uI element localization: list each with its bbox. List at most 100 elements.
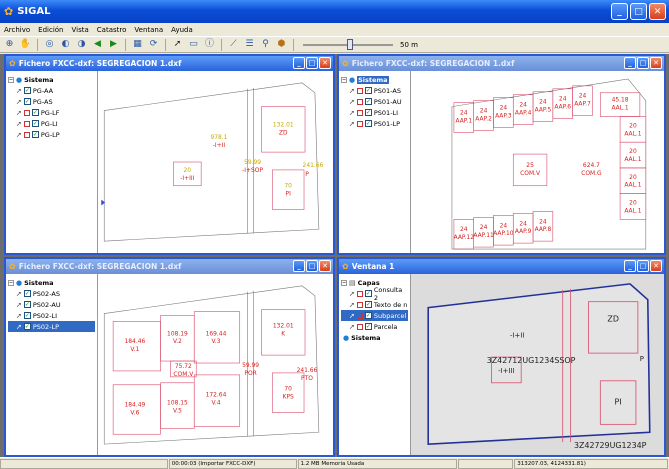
layer-node[interactable]: ➚ ✓ PG-LP <box>8 129 95 140</box>
layer-visible-checkbox[interactable]: ✓ <box>364 87 372 94</box>
map-canvas[interactable]: 184.46 V.1 108.19 V.2 169.44 V.3 132.01 K 75… <box>98 274 333 455</box>
menu-ayuda[interactable]: Ayuda <box>171 26 193 34</box>
layer-visible-checkbox[interactable]: ✓ <box>364 290 372 297</box>
layer-visible-checkbox[interactable]: ✓ <box>364 120 372 127</box>
menu-vista[interactable]: Vista <box>72 26 89 34</box>
window-1-maximize-button[interactable]: □ <box>306 57 318 69</box>
layer-visible-checkbox[interactable]: ✓ <box>23 312 31 319</box>
window-4-close-button[interactable]: ✕ <box>650 260 662 272</box>
pan-hand-icon[interactable]: ✋ <box>19 38 32 51</box>
collapse-icon[interactable]: − <box>8 279 14 286</box>
sigal-logo-icon: ✿ <box>4 5 14 18</box>
layer-node[interactable]: ➚ ✓ PS01-AU <box>341 96 408 107</box>
window-2-titlebar[interactable]: ✿ Fichero FXCC-dxf: SEGREGACION 1.dxf _ □… <box>339 56 664 71</box>
collapse-icon[interactable]: − <box>8 76 14 83</box>
layer-visible-checkbox[interactable]: ✓ <box>364 109 372 116</box>
layer-visible-checkbox[interactable]: ✓ <box>31 131 39 138</box>
layer-node[interactable]: ➚ ✓ PS02-LI <box>8 310 95 321</box>
layer-node-selected[interactable]: ➚ ✓ Subparcel <box>341 310 408 321</box>
layer-visible-checkbox[interactable]: ✓ <box>364 312 372 319</box>
layer-node[interactable]: ➚ ✓ PG-AA <box>8 85 95 96</box>
layer-visible-checkbox[interactable]: ✓ <box>364 301 372 308</box>
menu-catastro[interactable]: Catastro <box>97 26 127 34</box>
window-3-close-button[interactable]: ✕ <box>319 260 331 272</box>
window-1-close-button[interactable]: ✕ <box>319 57 331 69</box>
window-2-minimize-button[interactable]: _ <box>624 57 636 69</box>
map-window-ventana-1[interactable]: ✿ Ventana 1 _ □ ✕ − ▤ Capas ➚ ✓ Consulta 2 ➚ ✓ T… <box>337 257 666 457</box>
arrow-left-icon[interactable]: ◀ <box>91 38 104 51</box>
window-3-maximize-button[interactable]: □ <box>306 260 318 272</box>
layer-visible-checkbox[interactable]: ✓ <box>23 290 31 297</box>
menu-edicion[interactable]: Edición <box>38 26 63 34</box>
map-canvas[interactable]: -I+II ZD 3Z42712UG1234SSOP -I+III P PI 3… <box>411 274 664 455</box>
select-rectangle-icon[interactable]: ▭ <box>187 38 200 51</box>
tree-root[interactable]: − ● Sistema <box>8 277 95 288</box>
window-3-titlebar[interactable]: ✿ Fichero FXCC-dxf: SEGREGACION 1.dxf _ □… <box>6 259 333 274</box>
layer-node[interactable]: ➚ ✓ Texto de n <box>341 299 408 310</box>
tree-root[interactable]: − ● Sistema <box>341 74 408 85</box>
scale-slider-thumb[interactable] <box>347 39 353 50</box>
zoom-window-icon[interactable]: ⊕ <box>3 38 16 51</box>
layer-visible-checkbox[interactable]: ✓ <box>364 98 372 105</box>
list-icon[interactable]: ☰ <box>243 38 256 51</box>
layer-visible-checkbox[interactable]: ✓ <box>23 323 31 330</box>
minimize-button[interactable]: _ <box>611 3 628 20</box>
tree-root-system[interactable]: ● Sistema <box>341 332 408 343</box>
zoom-previous-icon[interactable]: ◐ <box>59 38 72 51</box>
window-4-maximize-button[interactable]: □ <box>637 260 649 272</box>
layer-node[interactable]: ➚ ✓ PS01-LP <box>341 118 408 129</box>
window-2-maximize-button[interactable]: □ <box>637 57 649 69</box>
layer-node[interactable]: ➚ ✓ Consulta 2 <box>341 286 408 302</box>
layer-node[interactable]: ➚ ✓ PG-LF <box>8 107 95 118</box>
map-canvas[interactable]: 24 AAP.1 24 AAP.2 24 AAP.3 24 AAP.4 24 AAP.5 … <box>411 71 664 253</box>
layer-node[interactable]: ➚ ✓ PS01-AS <box>341 85 408 96</box>
layers-icon[interactable]: ▦ <box>131 38 144 51</box>
layer-visible-checkbox[interactable]: ✓ <box>23 98 31 105</box>
zoom-next-icon[interactable]: ◑ <box>75 38 88 51</box>
layer-node[interactable]: ➚ ✓ PG-LI <box>8 118 95 129</box>
pointer-icon: ➚ <box>16 86 22 95</box>
window-1-titlebar[interactable]: ✿ Fichero FXCC-dxf: SEGREGACION 1.dxf _ □… <box>6 56 333 71</box>
tree-root[interactable]: − ● Sistema <box>8 74 95 85</box>
map-canvas[interactable]: 978.1 -I+II 132.01 ZD 20 -I+III 59.99 -I… <box>98 71 333 253</box>
layer-node-selected[interactable]: ➚ ✓ PS02-LP <box>8 321 95 332</box>
layer-node[interactable]: ➚ ✓ PS02-AS <box>8 288 95 299</box>
parcel-label: 24 <box>480 224 488 231</box>
window-2-close-button[interactable]: ✕ <box>650 57 662 69</box>
layer-visible-checkbox[interactable]: ✓ <box>23 301 31 308</box>
layer-visible-checkbox[interactable]: ✓ <box>364 323 372 330</box>
package-icon[interactable]: ⬢ <box>275 38 288 51</box>
binoculars-icon[interactable]: ⚲ <box>259 38 272 51</box>
arrow-right-icon[interactable]: ▶ <box>107 38 120 51</box>
measure-icon[interactable]: ⟋ <box>227 38 240 51</box>
layer-visible-checkbox[interactable]: ✓ <box>31 109 39 116</box>
parcel-label: AAP.12 <box>454 234 475 241</box>
select-pointer-icon[interactable]: ➚ <box>171 38 184 51</box>
scale-slider[interactable] <box>303 38 393 51</box>
window-1-minimize-button[interactable]: _ <box>293 57 305 69</box>
menu-archivo[interactable]: Archivo <box>4 26 30 34</box>
window-3-minimize-button[interactable]: _ <box>293 260 305 272</box>
parcel-label: 24 <box>500 105 508 112</box>
layer-node[interactable]: ➚ ✓ Parcela <box>341 321 408 332</box>
collapse-icon[interactable]: − <box>341 279 347 286</box>
refresh-icon[interactable]: ⟳ <box>147 38 160 51</box>
close-button[interactable]: ✕ <box>649 3 666 20</box>
layers-stack-icon: ▤ <box>349 278 356 287</box>
maximize-button[interactable]: □ <box>630 3 647 20</box>
window-4-titlebar[interactable]: ✿ Ventana 1 _ □ ✕ <box>339 259 664 274</box>
zoom-in-icon[interactable]: ◎ <box>43 38 56 51</box>
layer-node[interactable]: ➚ ✓ PG-AS <box>8 96 95 107</box>
layer-visible-checkbox[interactable]: ✓ <box>31 120 39 127</box>
info-icon[interactable]: ⓘ <box>203 38 216 51</box>
window-4-minimize-button[interactable]: _ <box>624 260 636 272</box>
layer-node[interactable]: ➚ ✓ PS01-LI <box>341 107 408 118</box>
layer-node[interactable]: ➚ ✓ PS02-AU <box>8 299 95 310</box>
parcel-label: 24 <box>500 222 508 229</box>
collapse-icon[interactable]: − <box>341 76 347 83</box>
dxf-window-2[interactable]: ✿ Fichero FXCC-dxf: SEGREGACION 1.dxf _ □… <box>337 54 666 255</box>
dxf-window-1[interactable]: ✿ Fichero FXCC-dxf: SEGREGACION 1.dxf _ □… <box>4 54 335 255</box>
menu-ventana[interactable]: Ventana <box>134 26 163 34</box>
dxf-window-3[interactable]: ✿ Fichero FXCC-dxf: SEGREGACION 1.dxf _ □… <box>4 257 335 457</box>
layer-visible-checkbox[interactable]: ✓ <box>23 87 31 94</box>
